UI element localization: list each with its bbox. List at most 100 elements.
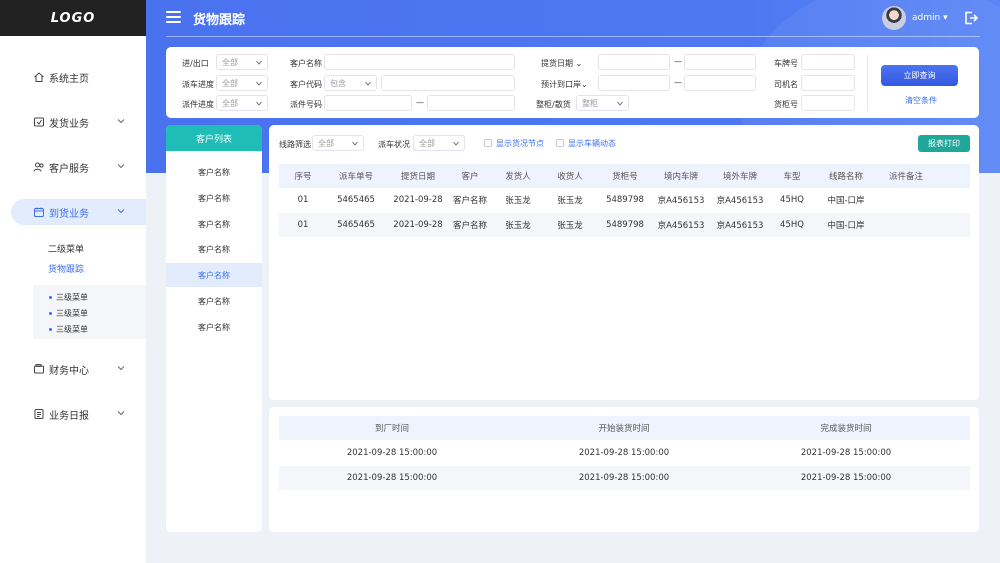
column-header: 境内车牌	[663, 172, 699, 182]
customer-code-label: 客户代码	[290, 80, 322, 89]
dispatch-progress-select[interactable]: 全部	[216, 75, 268, 91]
calendar-icon	[33, 206, 45, 218]
cargo-no-input[interactable]	[801, 95, 855, 111]
sidebar-item-customer-service[interactable]: 客户服务	[0, 154, 146, 180]
chevron-down-icon	[117, 119, 125, 124]
pickup-no-from-input[interactable]	[324, 95, 412, 111]
chevron-down-icon: ⌄	[581, 80, 588, 89]
pickup-progress-select[interactable]: 全部	[216, 95, 268, 111]
sidebar-item-finance[interactable]: 财务中心	[0, 356, 146, 382]
sidebar-item-daily-report[interactable]: 业务日报	[0, 401, 146, 427]
range-dash: —	[674, 78, 682, 87]
caret-down-icon: ▾	[943, 13, 948, 23]
route-filter-select[interactable]: 全部	[312, 135, 364, 151]
show-nodes-label[interactable]: 显示货况节点	[496, 138, 544, 149]
pickup-no-to-input[interactable]	[427, 95, 515, 111]
chevron-down-icon	[453, 141, 459, 146]
table-cell: 张玉龙	[505, 196, 531, 206]
customer-name-input[interactable]	[324, 54, 515, 70]
customer-list-item[interactable]: 客户名称	[166, 186, 262, 210]
avatar[interactable]	[882, 6, 906, 30]
eta-from-input[interactable]	[598, 75, 670, 91]
container-label: 整柜/散货	[536, 100, 571, 109]
home-icon	[33, 71, 45, 83]
customer-list-item[interactable]: 客户名称	[166, 212, 262, 236]
sidebar-item-arrival[interactable]: 到货业务	[11, 199, 146, 225]
column-header: 派件备注	[888, 172, 924, 182]
pickup-progress-label: 派件进度	[182, 100, 214, 109]
table-cell: 张玉龙	[557, 221, 583, 231]
pickup-date-label[interactable]: 提货日期 ⌄	[541, 58, 582, 69]
sidebar-third-item[interactable]: 三级菜单	[49, 292, 88, 303]
report-icon	[33, 408, 45, 420]
eta-to-input[interactable]	[684, 75, 756, 91]
table-cell: 2021-09-28 15:00:00	[346, 448, 438, 458]
table-cell: 5489798	[606, 220, 644, 230]
sidebar-item-home[interactable]: 系统主页	[0, 64, 146, 90]
show-nodes-checkbox[interactable]	[484, 139, 492, 147]
sidebar-item-label: 财务中心	[49, 365, 89, 377]
sidebar: LOGO 系统主页 发货业务 客户服务 到货业务 二级菜单 货物跟踪 三级菜单 …	[0, 0, 146, 563]
table-cell: 2021-09-28 15:00:00	[800, 448, 892, 458]
table-cell: 客户名称	[452, 221, 488, 231]
customer-list-item[interactable]: 客户名称	[166, 237, 262, 261]
query-button[interactable]: 立即查询	[881, 65, 958, 86]
customer-name-label: 客户名称	[290, 59, 322, 68]
pickup-date-from-input[interactable]	[598, 54, 670, 70]
customer-list-item[interactable]: 客户名称	[166, 160, 262, 184]
io-label: 进/出口	[182, 59, 209, 68]
column-header: 派车单号	[338, 172, 374, 182]
table-cell: 2021-09-28 15:00:00	[346, 473, 438, 483]
table-cell: 京A456153	[657, 196, 705, 206]
chevron-down-icon	[256, 81, 262, 86]
dispatch-status-select[interactable]: 全部	[413, 135, 465, 151]
sidebar-item-label: 发货业务	[49, 118, 89, 130]
user-menu[interactable]: admin ▾	[912, 13, 948, 23]
eta-label[interactable]: 预计到口岸⌄	[541, 79, 588, 90]
table-cell: 2021-09-28 15:00:00	[800, 473, 892, 483]
customer-code-input[interactable]	[381, 75, 515, 91]
table-cell: 5465465	[337, 195, 375, 205]
customer-list-item[interactable]: 客户名称	[166, 315, 262, 339]
table-cell: 京A456153	[716, 221, 764, 231]
driver-input[interactable]	[801, 75, 855, 91]
column-header: 发货人	[505, 172, 531, 182]
show-vehicle-label[interactable]: 显示车辆动态	[568, 138, 616, 149]
table-cell: 客户名称	[452, 196, 488, 206]
chevron-down-icon	[256, 101, 262, 106]
logo: LOGO	[0, 0, 146, 36]
show-vehicle-checkbox[interactable]	[556, 139, 564, 147]
sidebar-third-item[interactable]: 三级菜单	[49, 308, 88, 319]
table-cell: 01	[297, 195, 309, 205]
column-header: 境外车牌	[722, 172, 758, 182]
chevron-down-icon	[365, 81, 371, 86]
table-cell: 2021-09-28 15:00:00	[578, 448, 670, 458]
pickup-date-to-input[interactable]	[684, 54, 756, 70]
table-cell: 45HQ	[780, 195, 804, 205]
customer-code-mode-select[interactable]: 包含	[324, 75, 377, 91]
io-select[interactable]: 全部	[216, 54, 268, 70]
chevron-down-icon	[117, 411, 125, 416]
range-dash: —	[674, 57, 682, 66]
logout-icon[interactable]	[963, 10, 979, 26]
sidebar-item-label: 到货业务	[49, 208, 89, 220]
plate-input[interactable]	[801, 54, 855, 70]
sidebar-third-item[interactable]: 三级菜单	[49, 324, 88, 335]
customer-list-item[interactable]: 客户名称	[166, 289, 262, 313]
chevron-down-icon	[352, 141, 358, 146]
table-cell: 张玉龙	[557, 196, 583, 206]
column-header: 货柜号	[612, 172, 638, 182]
cargo-no-label: 货柜号	[774, 100, 798, 109]
route-filter-label: 线路筛选	[279, 140, 311, 149]
sidebar-subitem[interactable]: 二级菜单	[48, 242, 84, 255]
clear-conditions-link[interactable]: 清空条件	[905, 95, 937, 106]
menu-toggle-icon[interactable]	[166, 11, 181, 24]
container-select[interactable]: 整柜	[576, 95, 629, 111]
column-header: 客户	[461, 172, 479, 182]
sidebar-item-shipping[interactable]: 发货业务	[0, 109, 146, 135]
sidebar-subitem-active[interactable]: 货物跟踪	[48, 262, 84, 275]
print-report-button[interactable]: 报表打印	[918, 135, 970, 152]
customer-list-item-selected[interactable]: 客户名称	[166, 263, 262, 287]
send-icon	[33, 116, 45, 128]
table-cell: 2021-09-28 15:00:00	[578, 473, 670, 483]
